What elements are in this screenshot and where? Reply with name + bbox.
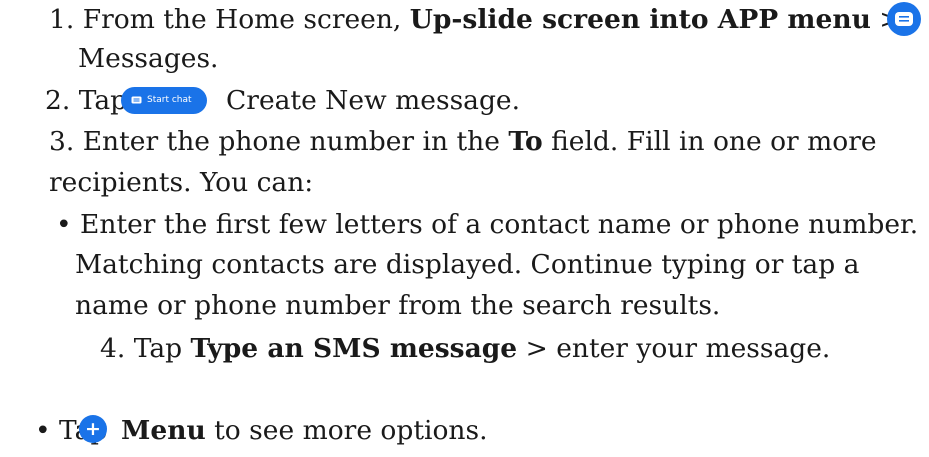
bullet-1-line-2: Matching contacts are displayed. Continu… [75, 249, 860, 280]
step-3-prefix: 3. Enter the phone number in the [49, 126, 509, 157]
messages-app-icon [887, 2, 921, 36]
step-3-continuation: recipients. You can: [49, 167, 314, 198]
step-3-suffix: field. Fill in one or more [542, 126, 877, 157]
step-3-bold: To [508, 126, 543, 157]
start-chat-label: Start chat [147, 95, 192, 105]
bullet-1-line-3: name or phone number from the search res… [75, 290, 721, 321]
step-3-line: 3. Enter the phone number in the To fiel… [49, 126, 877, 158]
step-1-prefix: 1. From the Home screen, [49, 4, 410, 35]
bullet-2-rest: Menu to see more options. [121, 415, 488, 447]
step-4-prefix: 4. Tap [100, 333, 191, 364]
bullet-1-line-1: • Enter the first few letters of a conta… [56, 209, 919, 240]
plus-icon: + [79, 415, 107, 443]
step-1-bold: Up-slide screen into APP menu [409, 4, 871, 35]
start-chat-button-icon: Start chat [121, 87, 207, 114]
bullet-2-suffix: to see more options. [205, 415, 488, 446]
step-4-line: 4. Tap Type an SMS message > enter your … [100, 333, 830, 365]
step-2-prefix: 2. Tap [45, 85, 128, 116]
step-1-line: 1. From the Home screen, Up-slide screen… [49, 4, 902, 36]
message-bubble-icon [895, 12, 913, 26]
step-2-suffix: Create New message. [226, 85, 521, 116]
step-1-continuation: Messages. [78, 43, 219, 74]
bullet-2-bold: Menu [121, 415, 206, 446]
chat-icon [131, 96, 142, 104]
step-4-suffix: > enter your message. [517, 333, 831, 364]
step-4-bold: Type an SMS message [190, 333, 518, 364]
